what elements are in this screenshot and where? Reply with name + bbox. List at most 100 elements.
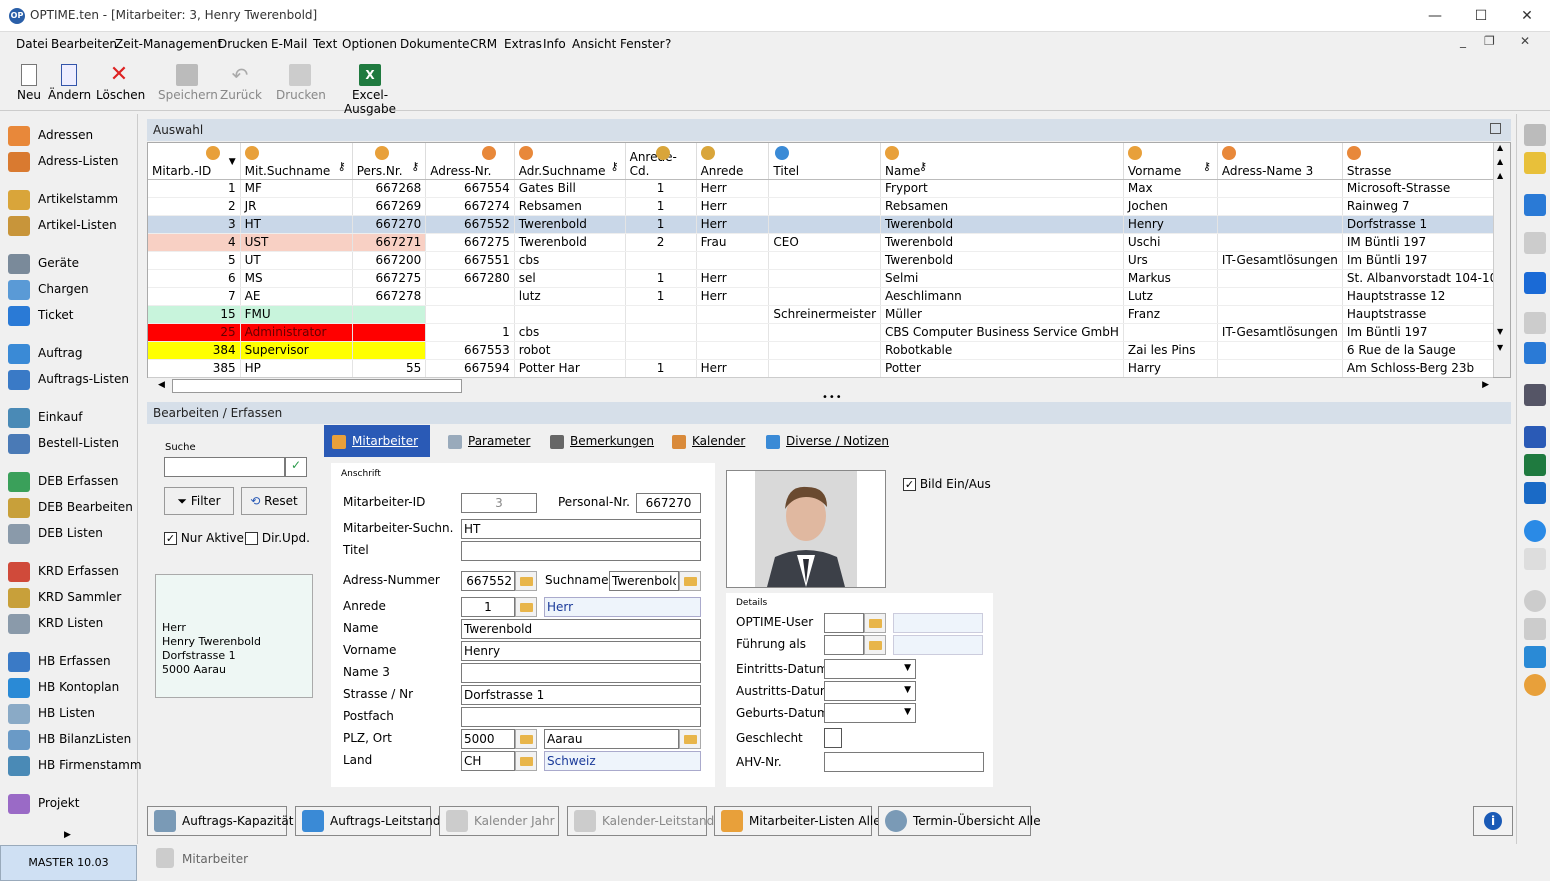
tab-parameter[interactable]: Parameter bbox=[440, 425, 530, 457]
minimize-button[interactable]: — bbox=[1412, 0, 1458, 32]
col-header-strasse[interactable]: Strasse bbox=[1342, 143, 1510, 180]
calendar-gray-icon[interactable] bbox=[1524, 232, 1546, 254]
col-header-name[interactable]: Name ⚷ bbox=[880, 143, 1124, 180]
nav-deb-erfassen[interactable]: DEB Erfassen bbox=[8, 470, 118, 492]
delete-button[interactable]: ✕ Löschen bbox=[96, 60, 145, 108]
scroll-left-icon[interactable]: ◀ bbox=[158, 380, 165, 390]
print-button[interactable]: Drucken bbox=[276, 60, 326, 108]
nav-auftrag[interactable]: Auftrag bbox=[8, 342, 82, 364]
checkbox-unchecked[interactable] bbox=[245, 532, 258, 545]
table-row[interactable]: 25 Administrator 1 cbs CBS Computer Business… bbox=[148, 323, 1510, 342]
search-input[interactable] bbox=[164, 457, 285, 477]
close-button[interactable]: ✕ bbox=[1504, 0, 1550, 32]
table-row[interactable]: 15 FMU Schreinermeister Müller Franz Hauptstr… bbox=[148, 305, 1510, 324]
menu-email[interactable]: E-Mail bbox=[271, 37, 307, 51]
tab-diverse-notizen[interactable]: Diverse / Notizen bbox=[758, 425, 889, 457]
col-header-titel[interactable]: Titel bbox=[768, 143, 882, 180]
postfach-field[interactable] bbox=[461, 707, 701, 727]
excel-green-icon[interactable] bbox=[1524, 454, 1546, 476]
save-button[interactable]: Speichern bbox=[158, 60, 218, 108]
scroll-page-up-icon[interactable]: ▲ bbox=[1497, 171, 1503, 180]
scroll-down-icon[interactable]: ▼ bbox=[1497, 343, 1503, 352]
col-header-adress-name-3[interactable]: Adress-Name 3 bbox=[1217, 143, 1343, 180]
nav-adressen[interactable]: Adressen bbox=[8, 124, 93, 146]
calculator-icon[interactable] bbox=[1524, 342, 1546, 364]
adress-nummer-field[interactable] bbox=[461, 571, 515, 591]
browser-icon[interactable] bbox=[1524, 520, 1546, 542]
folder-icon[interactable] bbox=[679, 729, 701, 749]
menu-help[interactable]: ? bbox=[665, 37, 671, 51]
suchname-field[interactable] bbox=[461, 519, 701, 539]
filter-button[interactable]: ⏷ Filter bbox=[164, 487, 234, 515]
mdi-minimize-button[interactable]: _ bbox=[1460, 34, 1466, 48]
ahv-field[interactable] bbox=[824, 752, 984, 772]
col-header-anrede[interactable]: Anrede bbox=[696, 143, 770, 180]
nur-aktive-checkbox[interactable]: ✓ Nur Aktive bbox=[164, 531, 244, 545]
table-row[interactable]: 384 Supervisor 667553 robot Robotkable Zai le… bbox=[148, 341, 1510, 360]
nav-projekt[interactable]: Projekt bbox=[8, 792, 79, 814]
scroll-top-icon[interactable]: ▲ bbox=[1497, 143, 1503, 152]
scroll-thumb[interactable] bbox=[172, 379, 462, 393]
menu-extras[interactable]: Extras bbox=[504, 37, 542, 51]
checkbox-checked[interactable]: ✓ bbox=[164, 532, 177, 545]
document-blue-icon[interactable] bbox=[1524, 194, 1546, 216]
folder-icon[interactable] bbox=[515, 597, 537, 617]
nav-deb-bearbeiten[interactable]: DEB Bearbeiten bbox=[8, 496, 133, 518]
menu-text[interactable]: Text bbox=[313, 37, 337, 51]
nav-artikelstamm[interactable]: Artikelstamm bbox=[8, 188, 118, 210]
table-row[interactable]: 1 MF 667268 667554 Gates Bill 1 Herr Fryport Max… bbox=[148, 179, 1510, 198]
outlook-icon[interactable] bbox=[1524, 482, 1546, 504]
titel-field[interactable] bbox=[461, 541, 701, 561]
menu-bearbeiten[interactable]: Bearbeiten bbox=[51, 37, 117, 51]
folder-icon[interactable] bbox=[515, 729, 537, 749]
scroll-page-down-icon[interactable]: ▼ bbox=[1497, 327, 1503, 336]
tab-kalender[interactable]: Kalender bbox=[664, 425, 745, 457]
table-row[interactable]: 2 JR 667269 667274 Rebsamen 1 Herr Rebsamen Joch… bbox=[148, 197, 1510, 216]
folder-icon[interactable] bbox=[864, 613, 886, 633]
strasse-field[interactable] bbox=[461, 685, 701, 705]
col-header-adress-nr[interactable]: Adress-Nr. bbox=[425, 143, 515, 180]
menu-crm[interactable]: CRM bbox=[470, 37, 497, 51]
nav-adress-listen[interactable]: Adress-Listen bbox=[8, 150, 118, 172]
table-row[interactable]: 385 HP 55 667594 Potter Har 1 Herr Potter Harry A… bbox=[148, 359, 1510, 377]
fuehrung-field[interactable] bbox=[824, 635, 864, 655]
nav-krd-sammler[interactable]: KRD Sammler bbox=[8, 586, 121, 608]
info-button[interactable]: i bbox=[1473, 806, 1513, 836]
col-header-vorname[interactable]: Vorname ⚷ bbox=[1123, 143, 1218, 180]
search-confirm-icon[interactable]: ✓ bbox=[285, 457, 307, 477]
vorname-field[interactable] bbox=[461, 641, 701, 661]
col-header-mitarb-id[interactable]: Mitarb.-ID ▼ bbox=[148, 143, 241, 180]
nav-auftrags-listen[interactable]: Auftrags-Listen bbox=[8, 368, 129, 390]
menu-ansicht[interactable]: Ansicht bbox=[572, 37, 616, 51]
nav-krd-erfassen[interactable]: KRD Erfassen bbox=[8, 560, 119, 582]
auftrags-kapazitaet-button[interactable]: Auftrags-Kapazität bbox=[147, 806, 293, 836]
excel-export-button[interactable]: X Excel-Ausgabe bbox=[330, 60, 410, 116]
tab-bemerkungen[interactable]: Bemerkungen bbox=[542, 425, 654, 457]
name-field[interactable] bbox=[461, 619, 701, 639]
folder-icon[interactable] bbox=[515, 751, 537, 771]
nav-ticket[interactable]: Ticket bbox=[8, 304, 74, 326]
mitarbeiter-id-field[interactable] bbox=[461, 493, 537, 513]
tools-icon[interactable] bbox=[1524, 124, 1546, 146]
menu-datei[interactable]: Datei bbox=[16, 37, 48, 51]
folder-icon[interactable] bbox=[515, 571, 537, 591]
user-icon[interactable] bbox=[1524, 674, 1546, 696]
nav-hb-erfassen[interactable]: HB Erfassen bbox=[8, 650, 111, 672]
edit-button[interactable]: Ändern bbox=[48, 60, 91, 108]
dir-upd-checkbox[interactable]: Dir.Upd. bbox=[245, 531, 310, 545]
menu-fenster[interactable]: Fenster bbox=[620, 37, 665, 51]
clock-gray-icon[interactable] bbox=[1524, 312, 1546, 334]
undo-button[interactable]: ↶ Zurück bbox=[220, 60, 262, 108]
folder-icon[interactable] bbox=[679, 571, 701, 591]
grid-vertical-scrollbar[interactable]: ▲ ▲ ▲ ▼ ▼ bbox=[1493, 143, 1510, 377]
kalender-leitstand-button[interactable]: Kalender-Leitstand bbox=[567, 806, 714, 836]
scroll-up-icon[interactable]: ▲ bbox=[1497, 157, 1503, 166]
col-header-anrede-cd[interactable]: Anrede-Cd. bbox=[625, 143, 697, 180]
anrede-code-field[interactable] bbox=[461, 597, 515, 617]
nav-hb-firmenstamm[interactable]: HB Firmenstamm bbox=[8, 754, 142, 776]
grid-horizontal-scrollbar[interactable]: ◀ ▶ bbox=[148, 377, 1493, 394]
menu-dokumente[interactable]: Dokumente bbox=[400, 37, 470, 51]
nav-chargen[interactable]: Chargen bbox=[8, 278, 89, 300]
name3-field[interactable] bbox=[461, 663, 701, 683]
nav-einkauf[interactable]: Einkauf bbox=[8, 406, 82, 428]
